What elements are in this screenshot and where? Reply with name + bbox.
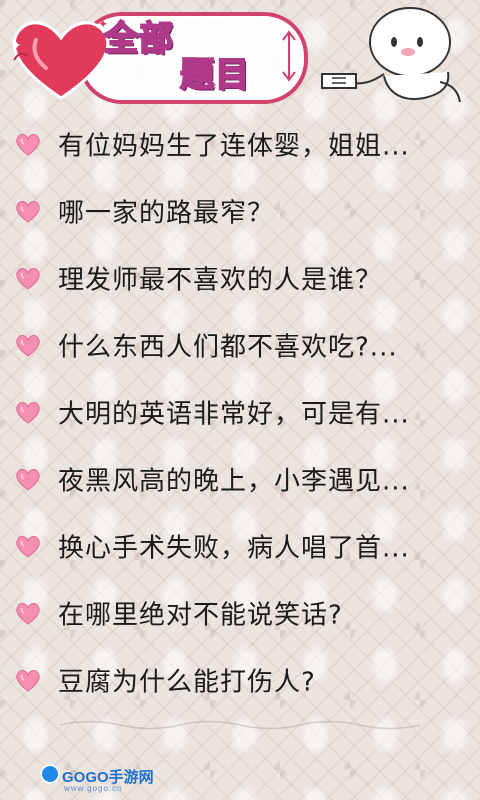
gogo-badge-icon xyxy=(40,764,60,784)
question-text: 换心手术失败，病人唱了首... xyxy=(58,533,410,563)
heart-icon xyxy=(16,334,40,357)
question-item[interactable]: 什么东西人们都不喜欢吃?... xyxy=(0,311,480,378)
mascot-character-icon xyxy=(321,7,461,103)
question-text: 有位妈妈生了连体婴，姐姐... xyxy=(58,131,410,161)
question-item[interactable]: 哪一家的路最窄？ xyxy=(0,177,480,244)
heart-icon xyxy=(16,267,40,290)
question-text: 豆腐为什么能打伤人? xyxy=(58,667,316,697)
ornament-divider xyxy=(60,720,420,730)
heart-icon xyxy=(16,602,40,625)
heart-icon xyxy=(16,133,40,156)
watermark-logo: GOGO手游网 www.gogo.cn xyxy=(40,764,154,796)
header-banner: ✦ ✦ 全部 题目 xyxy=(0,0,480,112)
question-text: 大明的英语非常好，可是有... xyxy=(58,399,410,429)
heart-logo-icon: ✦ ✦ xyxy=(10,17,110,100)
question-item[interactable]: 夜黑风高的晚上，小李遇见... xyxy=(0,445,480,512)
page-title-line2: 题目 xyxy=(179,55,250,95)
heart-icon xyxy=(16,468,40,491)
question-text: 什么东西人们都不喜欢吃?... xyxy=(58,332,398,362)
question-text: 理发师最不喜欢的人是谁？ xyxy=(58,265,383,295)
question-item[interactable]: 大明的英语非常好，可是有... xyxy=(0,378,480,445)
question-text: 夜黑风高的晚上，小李遇见... xyxy=(58,466,410,496)
double-arrow-icon xyxy=(282,30,296,82)
watermark-url: www.gogo.cn xyxy=(64,784,123,793)
heart-icon xyxy=(16,669,40,692)
question-text: 在哪里绝对不能说笑话? xyxy=(58,600,343,630)
question-item[interactable]: 理发师最不喜欢的人是谁？ xyxy=(0,244,480,311)
question-item[interactable]: 换心手术失败，病人唱了首... xyxy=(0,512,480,579)
question-item[interactable]: 在哪里绝对不能说笑话? xyxy=(0,579,480,646)
heart-icon xyxy=(16,401,40,424)
question-text: 哪一家的路最窄？ xyxy=(58,198,275,228)
question-list: 有位妈妈生了连体婴，姐姐... 哪一家的路最窄？ 理发师最不喜欢的人是谁？ 什么… xyxy=(0,110,480,713)
svg-text:✦: ✦ xyxy=(10,38,22,54)
question-item[interactable]: 有位妈妈生了连体婴，姐姐... xyxy=(0,110,480,177)
heart-icon xyxy=(16,535,40,558)
heart-icon xyxy=(16,200,40,223)
page-title-line1: 全部 xyxy=(103,19,174,59)
question-item[interactable]: 豆腐为什么能打伤人? xyxy=(0,646,480,713)
